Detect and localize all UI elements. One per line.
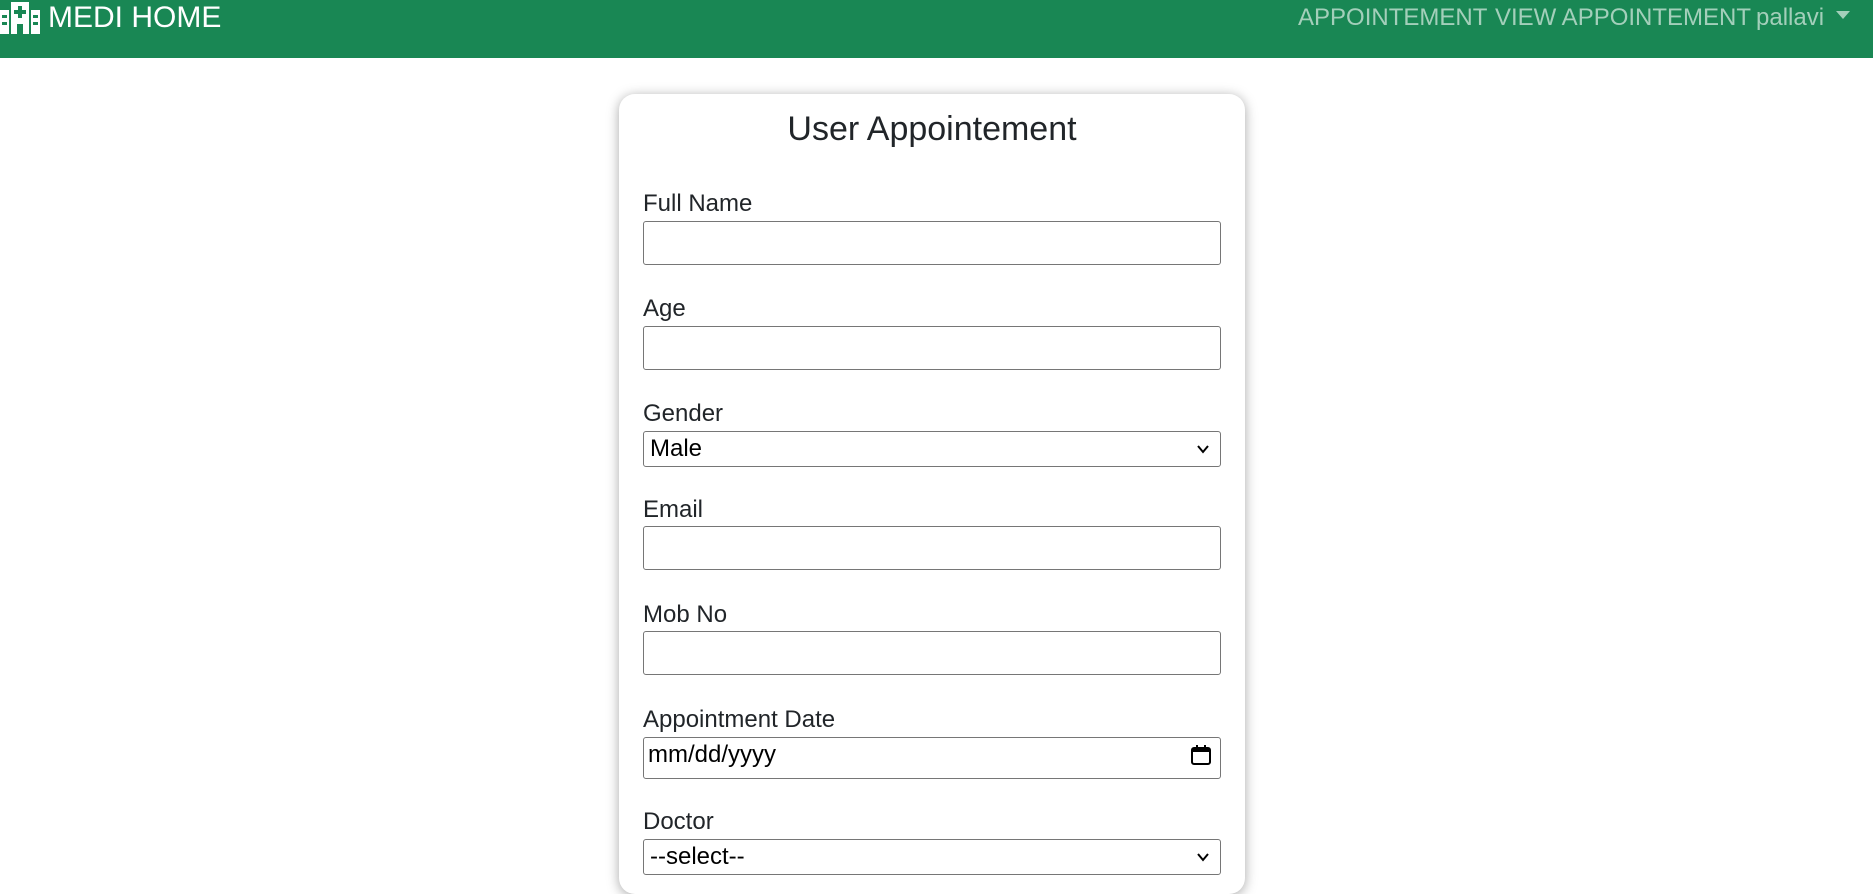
appointment-date-input[interactable]: mm/dd/yyyy	[643, 737, 1221, 779]
brand-link[interactable]: MEDI HOME	[0, 0, 221, 36]
doctor-selected-value: --select--	[650, 843, 745, 870]
email-label: Email	[643, 496, 704, 523]
form-title: User Appointement	[787, 110, 1077, 148]
full-name-input[interactable]	[643, 221, 1221, 265]
age-label: Age	[643, 295, 686, 322]
user-menu-label: pallavi	[1756, 4, 1825, 31]
calendar-icon[interactable]	[1190, 744, 1212, 766]
appointment-form-card: User Appointement Full Name Age Gender M…	[619, 94, 1245, 894]
caret-down-icon	[1836, 10, 1851, 19]
user-menu-dropdown[interactable]: pallavi	[1756, 4, 1851, 32]
email-input[interactable]	[643, 526, 1221, 570]
doctor-select[interactable]: --select--	[643, 839, 1221, 875]
age-input[interactable]	[643, 326, 1221, 370]
nav-link-appointement[interactable]: APPOINTEMENT	[1298, 4, 1487, 32]
gender-select[interactable]: Male	[643, 431, 1221, 467]
top-navbar: MEDI HOME APPOINTEMENT VIEW APPOINTEMENT…	[0, 0, 1873, 58]
nav-link-view-appointement[interactable]: VIEW APPOINTEMENT	[1495, 4, 1751, 32]
doctor-label: Doctor	[643, 808, 714, 835]
brand-name: MEDI HOME	[48, 1, 222, 34]
chevron-down-icon	[1197, 445, 1209, 454]
mob-no-input[interactable]	[643, 631, 1221, 675]
gender-label: Gender	[643, 400, 724, 427]
mob-no-label: Mob No	[643, 601, 728, 628]
hospital-icon	[0, 2, 40, 34]
full-name-label: Full Name	[643, 190, 753, 217]
date-placeholder: mm/dd/yyyy	[648, 741, 777, 768]
appointment-date-label: Appointment Date	[643, 706, 836, 733]
gender-selected-value: Male	[650, 435, 703, 462]
chevron-down-icon	[1197, 853, 1209, 862]
